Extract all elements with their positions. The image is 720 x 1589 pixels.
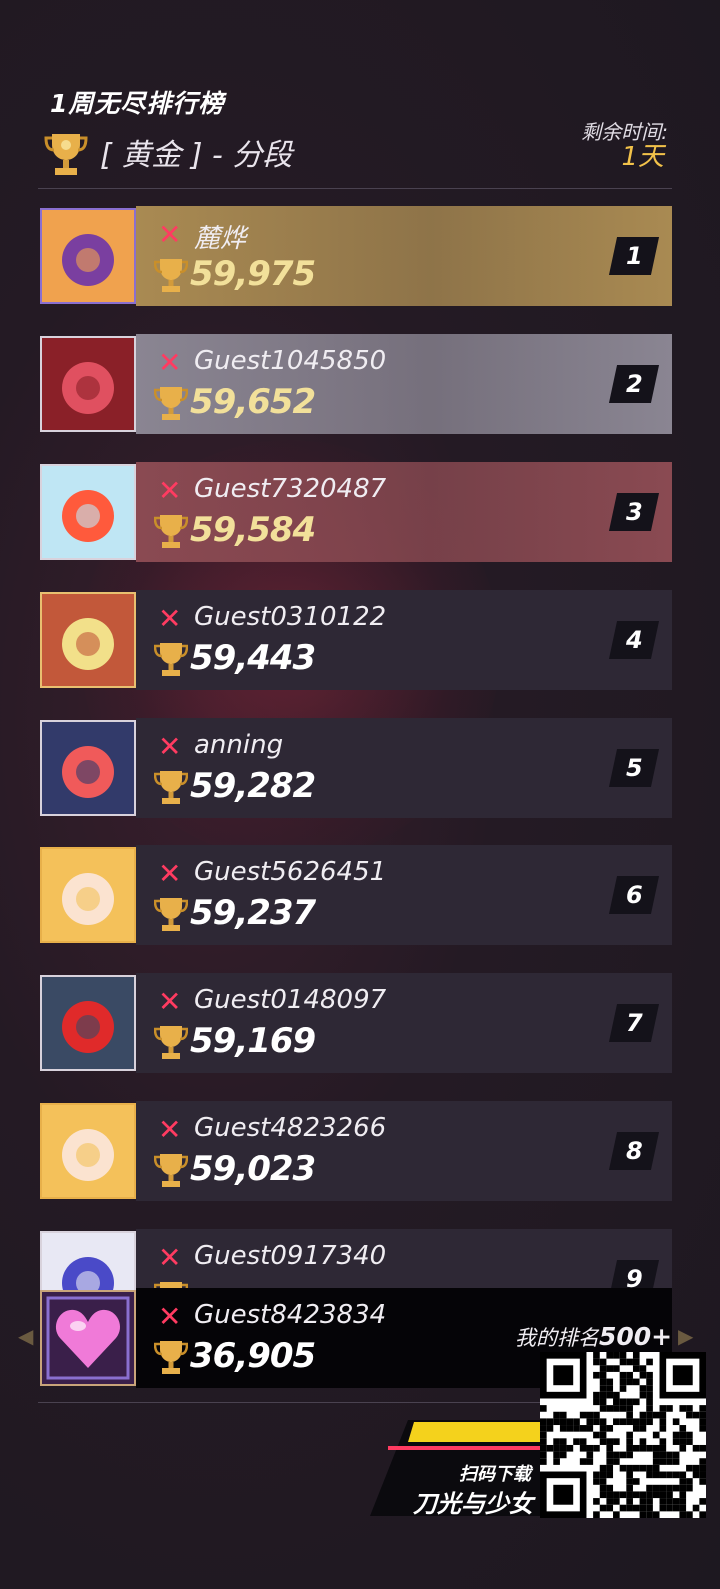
player-score: 59,584 — [190, 510, 316, 550]
x-mark-icon: ✕ — [158, 602, 182, 635]
rank-badge: 1 — [608, 237, 660, 275]
player-avatar[interactable] — [40, 1103, 136, 1199]
leaderboard-row[interactable]: ✕ Guest4823266 59,023 8 — [40, 1101, 680, 1201]
player-name: Guest5626451 — [194, 857, 387, 887]
my-rank: 我的排名500+ — [515, 1322, 672, 1352]
player-name: anning — [194, 730, 284, 760]
rank-number: 5 — [625, 754, 643, 782]
rank-number: 2 — [625, 370, 643, 398]
qr-code-icon — [540, 1352, 706, 1518]
x-mark-icon: ✕ — [158, 474, 182, 507]
player-name: Guest7320487 — [194, 474, 387, 504]
rank-badge: 2 — [608, 365, 660, 403]
promo-game-title: 刀光与少女 — [413, 1490, 533, 1518]
player-score: 59,975 — [190, 254, 316, 294]
rank-badge: 6 — [608, 876, 660, 914]
rank-badge: 7 — [608, 1004, 660, 1042]
rank-number: 4 — [625, 626, 643, 654]
player-avatar[interactable] — [40, 208, 136, 304]
my-player-name: Guest8423834 — [194, 1300, 387, 1330]
x-mark-icon: ✕ — [158, 730, 182, 763]
leaderboard-row[interactable]: ✕ Guest5626451 59,237 6 — [40, 845, 680, 945]
player-name: Guest0148097 — [194, 985, 387, 1015]
player-avatar[interactable] — [40, 720, 136, 816]
rank-number: 8 — [625, 1137, 643, 1165]
rank-number: 6 — [625, 881, 643, 909]
tier-label: [ 黄金 ] - 分段 — [100, 138, 293, 173]
player-avatar[interactable] — [40, 464, 136, 560]
game-promo-banner[interactable]: 扫码下载 刀光与少女 — [370, 1420, 545, 1518]
my-rank-value: 500+ — [599, 1322, 673, 1351]
rank-badge: 5 — [608, 749, 660, 787]
player-name: Guest0310122 — [194, 602, 387, 632]
player-avatar[interactable] — [40, 592, 136, 688]
player-score: 59,443 — [190, 638, 316, 678]
x-mark-icon: ✕ — [158, 346, 182, 379]
trophy-icon — [154, 1341, 188, 1374]
rank-badge: 4 — [608, 621, 660, 659]
rank-number: 7 — [625, 1009, 643, 1037]
my-score: 36,905 — [190, 1336, 316, 1376]
player-score: 59,652 — [190, 382, 316, 422]
leaderboard-row[interactable]: ✕ 麓烨 59,975 1 — [40, 206, 680, 306]
trophy-icon — [154, 1026, 188, 1059]
trophy-icon — [154, 771, 188, 804]
player-score: 59,023 — [190, 1149, 316, 1189]
player-score: 59,237 — [190, 893, 316, 933]
player-score: 59,169 — [190, 1021, 316, 1061]
leaderboard-header: 1周无尽排行榜 [ 黄金 ] - 分段 剩余时间: 1天 — [0, 0, 720, 190]
trophy-icon — [154, 898, 188, 931]
leaderboard-title: 1周无尽排行榜 — [50, 89, 225, 118]
rank-number: 3 — [625, 498, 643, 526]
x-mark-icon: ✕ — [158, 1241, 182, 1274]
player-name: 麓烨 — [194, 224, 247, 254]
time-remaining-value: 1天 — [621, 142, 664, 172]
header-divider — [38, 188, 672, 189]
player-name: Guest1045850 — [194, 346, 387, 376]
trophy-icon — [154, 259, 188, 292]
my-rank-label: 我的排名 — [515, 1326, 599, 1350]
player-score: 59,282 — [190, 766, 316, 806]
my-avatar[interactable] — [40, 1290, 136, 1386]
leaderboard-row[interactable]: ✕ Guest0310122 59,443 4 — [40, 590, 680, 690]
player-name: Guest4823266 — [194, 1113, 387, 1143]
promo-scan-text: 扫码下载 — [459, 1464, 531, 1485]
rank-number: 1 — [625, 242, 643, 270]
player-avatar[interactable] — [40, 336, 136, 432]
x-mark-icon: ✕ — [158, 1300, 182, 1333]
trophy-icon — [154, 1154, 188, 1187]
trophy-icon — [154, 387, 188, 420]
trophy-icon — [154, 515, 188, 548]
leaderboard-row[interactable]: ✕ Guest7320487 59,584 3 — [40, 462, 680, 562]
x-mark-icon: ✕ — [158, 1113, 182, 1146]
rank-badge: 3 — [608, 493, 660, 531]
player-avatar[interactable] — [40, 975, 136, 1071]
player-avatar[interactable] — [40, 847, 136, 943]
left-arrow-icon: ◀ — [18, 1324, 34, 1348]
trophy-icon — [154, 643, 188, 676]
rank-badge: 8 — [608, 1132, 660, 1170]
leaderboard-row[interactable]: ✕ Guest0148097 59,169 7 — [40, 973, 680, 1073]
x-mark-icon: ✕ — [158, 857, 182, 890]
x-mark-icon: ✕ — [158, 985, 182, 1018]
leaderboard-row[interactable]: ✕ anning 59,282 5 — [40, 718, 680, 818]
right-arrow-icon: ▶ — [678, 1324, 694, 1348]
trophy-icon — [44, 134, 88, 175]
leaderboard-row[interactable]: ✕ Guest1045850 59,652 2 — [40, 334, 680, 434]
player-name: Guest0917340 — [194, 1241, 387, 1271]
x-mark-icon: ✕ — [158, 218, 182, 251]
